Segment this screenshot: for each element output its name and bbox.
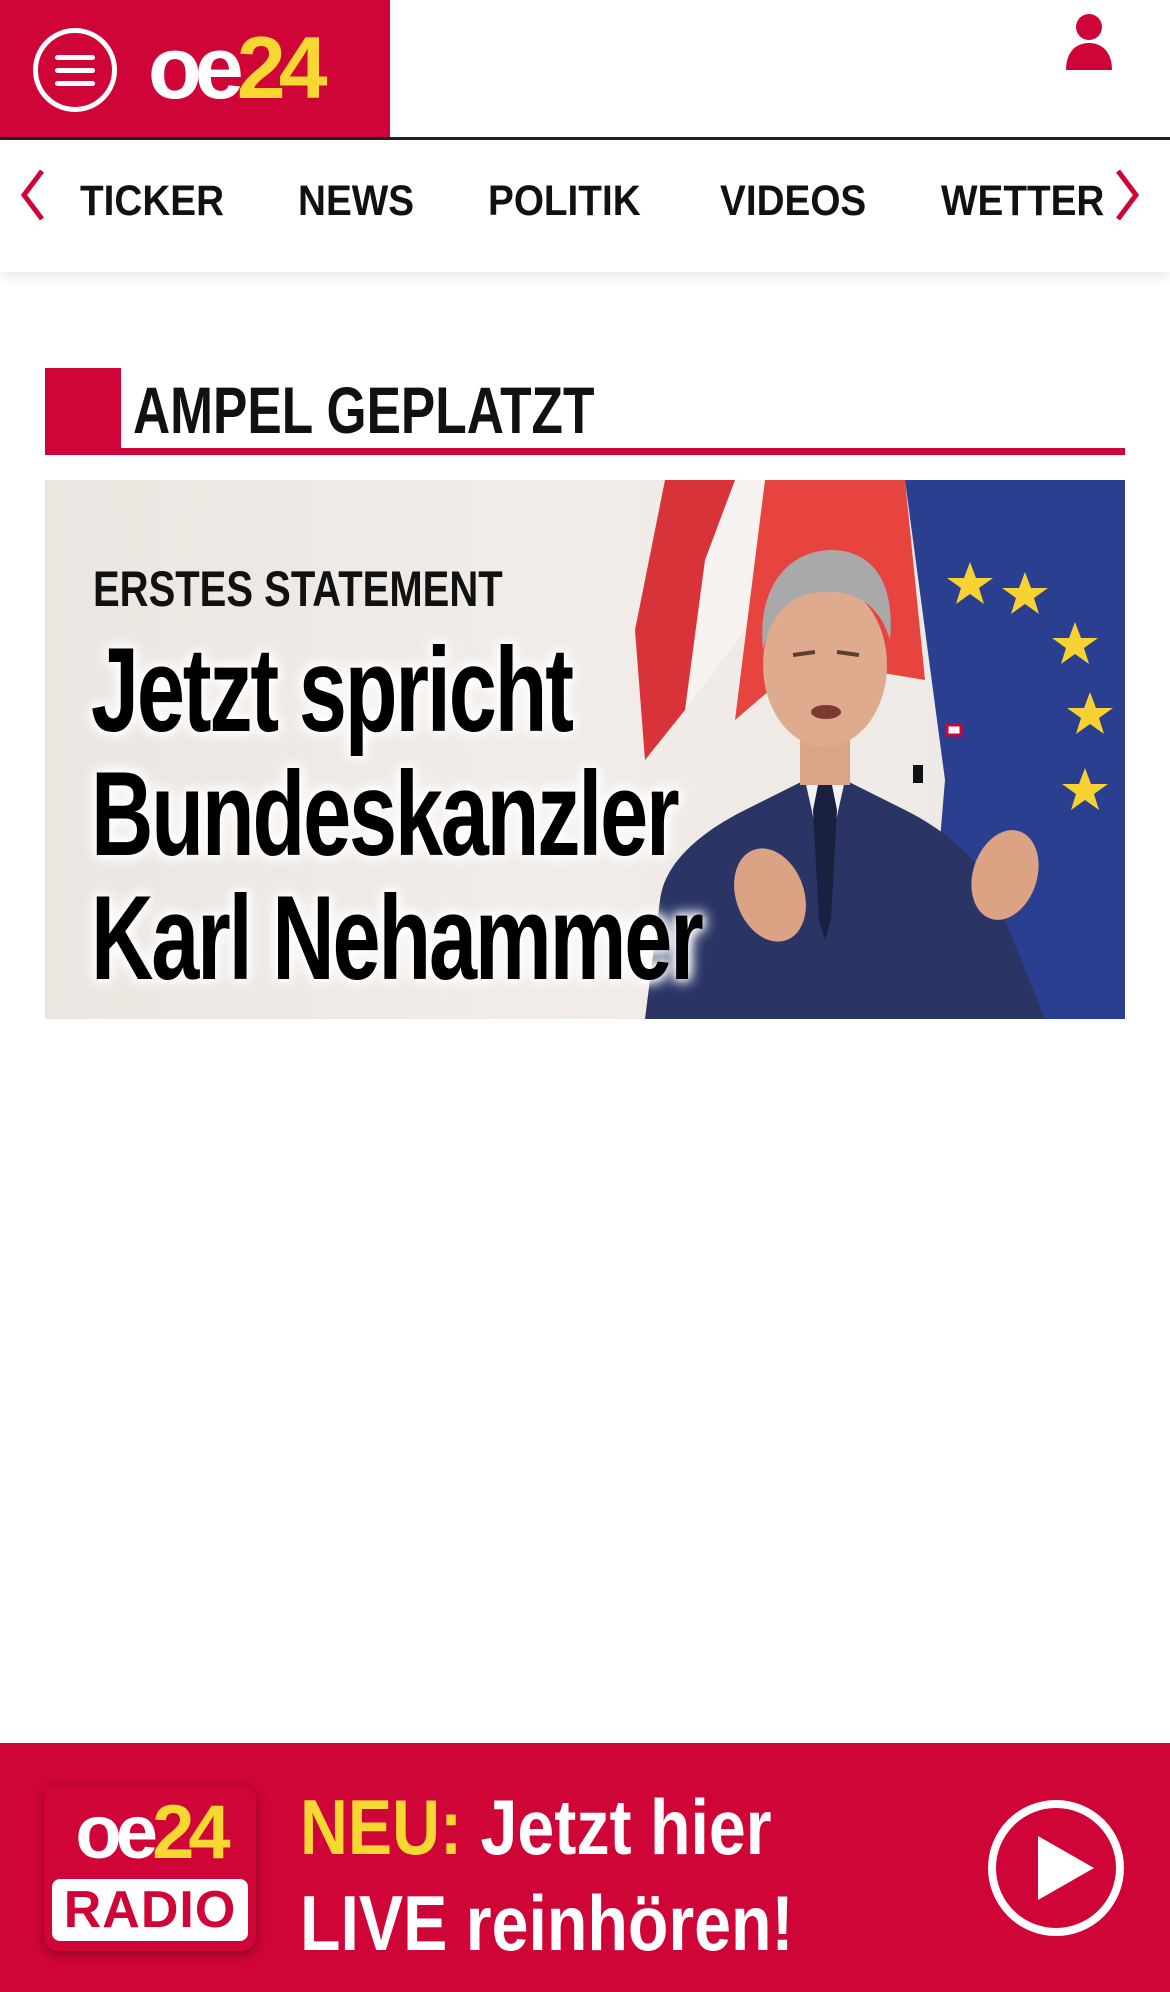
radio-promo-bar[interactable]: oe24 RADIO NEU: Jetzt hier LIVE reinhöre…: [0, 1743, 1170, 1992]
menu-bar: [55, 67, 95, 73]
radio-logo-oe: oe: [75, 1790, 158, 1875]
site-header: oe24: [0, 0, 1170, 140]
logo-part-24: 24: [236, 18, 328, 117]
site-logo[interactable]: oe24: [148, 18, 328, 117]
headline-line: Bundeskanzler: [91, 747, 680, 881]
logo-part-oe: oe: [148, 18, 244, 117]
teaser-headline: Jetzt spricht Bundeskanzler Karl Nehamme…: [91, 623, 704, 1005]
nav-item-videos[interactable]: VIDEOS: [720, 176, 866, 226]
radio-cta-prefix: NEU:: [300, 1783, 463, 1871]
nav-item-politik[interactable]: POLITIK: [488, 176, 641, 226]
chevron-right-icon[interactable]: [1112, 168, 1142, 222]
play-triangle: [1038, 1836, 1094, 1900]
play-icon[interactable]: [988, 1800, 1124, 1936]
nav-item-ticker[interactable]: TICKER: [80, 176, 224, 226]
menu-bar: [55, 80, 95, 86]
category-nav: TICKER NEWS POLITIK VIDEOS WETTER: [0, 140, 1170, 272]
menu-bar: [55, 54, 95, 60]
nav-item-wetter[interactable]: WETTER: [941, 176, 1104, 226]
article-teaser[interactable]: ERSTES STATEMENT Jetzt spricht Bundeskan…: [45, 480, 1125, 1019]
radio-cta-text[interactable]: NEU: Jetzt hier LIVE reinhören!: [300, 1779, 794, 1971]
nav-item-news[interactable]: NEWS: [298, 176, 414, 226]
headline-line: Jetzt spricht: [91, 623, 574, 757]
chevron-left-icon[interactable]: [18, 168, 48, 222]
radio-logo-brand: oe24: [50, 1795, 250, 1871]
radio-cta-line1: NEU: Jetzt hier: [300, 1779, 794, 1875]
radio-cta-line1-text: Jetzt hier: [480, 1783, 772, 1871]
hamburger-menu-icon[interactable]: [33, 28, 117, 112]
section-heading: AMPEL GEPLATZT: [45, 368, 1125, 456]
radio-logo[interactable]: oe24 RADIO: [44, 1785, 256, 1951]
section-accent-block: [45, 368, 121, 454]
radio-logo-label: RADIO: [52, 1879, 248, 1941]
section-title[interactable]: AMPEL GEPLATZT: [133, 370, 594, 450]
teaser-kicker: ERSTES STATEMENT: [93, 561, 503, 617]
brand-block: oe24: [0, 0, 390, 137]
radio-logo-24: 24: [152, 1790, 231, 1875]
user-icon[interactable]: [1064, 12, 1114, 70]
radio-cta-line2: LIVE reinhören!: [300, 1879, 794, 1967]
headline-line: Karl Nehammer: [91, 871, 704, 1005]
